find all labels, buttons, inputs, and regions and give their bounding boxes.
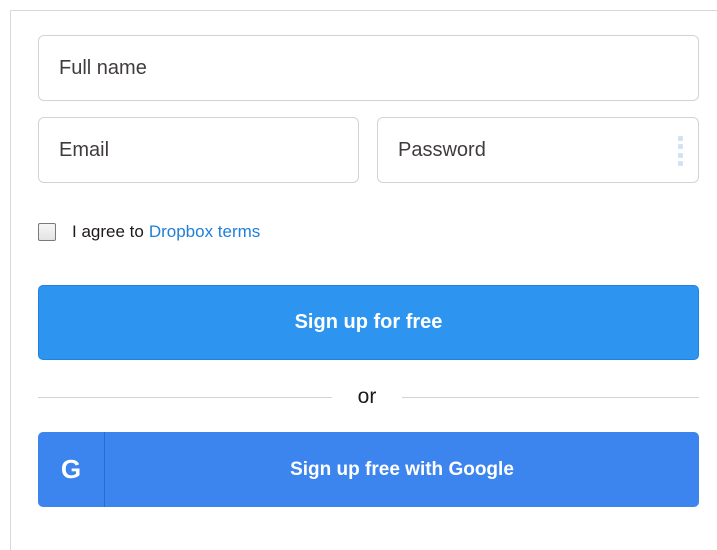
google-g-icon: G bbox=[38, 432, 105, 507]
dropbox-terms-link[interactable]: Dropbox terms bbox=[149, 222, 260, 242]
divider-line-right bbox=[402, 397, 699, 398]
google-signup-button[interactable]: G Sign up free with Google bbox=[38, 432, 699, 507]
terms-prefix-label: I agree to bbox=[72, 222, 144, 241]
full-name-input[interactable] bbox=[39, 36, 698, 100]
full-name-field[interactable] bbox=[38, 35, 699, 101]
sign-up-button-label: Sign up for free bbox=[294, 311, 443, 333]
password-input[interactable] bbox=[378, 118, 698, 182]
or-divider: or bbox=[38, 384, 699, 412]
divider-or-text: or bbox=[357, 385, 377, 408]
divider-line-left bbox=[38, 397, 332, 398]
sign-up-button[interactable]: Sign up for free bbox=[38, 285, 699, 360]
email-input[interactable] bbox=[39, 118, 358, 182]
terms-checkbox[interactable] bbox=[38, 223, 56, 241]
password-field[interactable] bbox=[377, 117, 699, 183]
terms-agreement: I agree to Dropbox terms bbox=[38, 221, 260, 243]
email-field[interactable] bbox=[38, 117, 359, 183]
password-manager-icon[interactable] bbox=[677, 136, 683, 166]
google-signup-label: Sign up free with Google bbox=[290, 458, 514, 480]
